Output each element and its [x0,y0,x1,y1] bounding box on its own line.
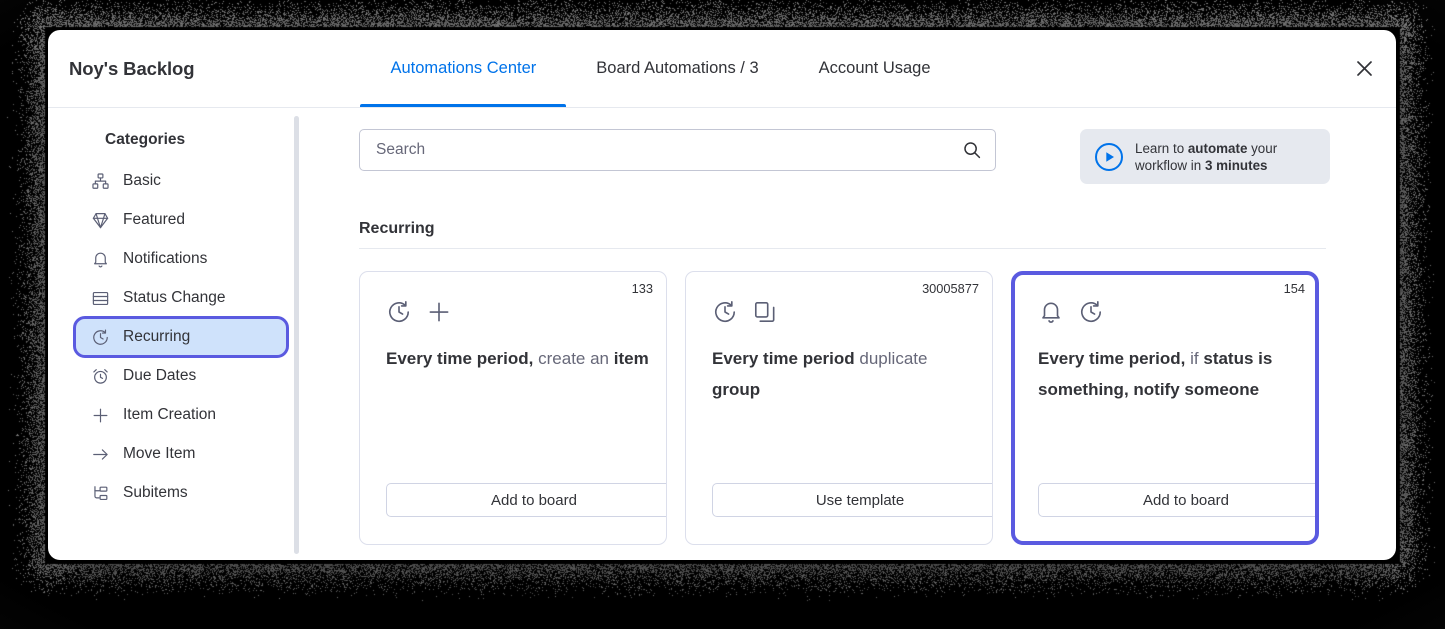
automation-card-action-label: Add to board [1143,492,1229,509]
sidebar-item-label: Basic [123,172,161,190]
tab-account-usage[interactable]: Account Usage [789,30,961,107]
alarm-clock-icon [91,367,110,386]
tab-label: Board Automations / 3 [596,59,758,78]
recurring-icon [1078,299,1104,325]
automations-center-modal: Noy's Backlog Automations Center Board Au… [48,30,1396,560]
automation-text-part: , [1124,380,1133,399]
promo-line2-bold: 3 minutes [1205,158,1268,173]
automation-text-part: duplicate [855,349,928,368]
sidebar-item-label: Recurring [123,328,190,346]
learn-to-automate-banner[interactable]: Learn to automate your workflow in 3 min… [1080,129,1330,184]
search-icon[interactable] [963,141,981,159]
sidebar-item-move-item[interactable]: Move Item [76,436,286,472]
sitemap-icon [91,172,110,191]
automation-text-part: Every time period [386,349,529,368]
tab-automations-center[interactable]: Automations Center [360,30,566,107]
promo-line1-bold: automate [1188,141,1248,156]
toolbar-row: Learn to automate your workflow in 3 min… [359,129,1396,184]
plus-icon [91,406,110,425]
duplicate-icon [752,299,778,325]
subitems-icon [91,484,110,503]
section-title: Recurring [359,220,1396,238]
tab-board-automations-3[interactable]: Board Automations / 3 [566,30,788,107]
promo-line2-pre: workflow in [1135,158,1205,173]
automation-card-id: 30005877 [922,281,979,296]
recurring-icon [386,299,412,325]
automation-card-text: Every time period, create an item [386,343,654,374]
automation-card-action-label: Add to board [491,492,577,509]
bell-icon [91,250,110,269]
automation-card-id: 154 [1284,281,1305,296]
search-box[interactable] [359,129,996,171]
automation-text-part: if [1190,349,1203,368]
automation-card-text: Every time period duplicate group [712,343,980,405]
sidebar-item-due-dates[interactable]: Due Dates [76,358,286,394]
recurring-icon [91,328,110,347]
play-circle-icon[interactable] [1094,142,1124,172]
sidebar-item-subitems[interactable]: Subitems [76,475,286,511]
main-panel: Learn to automate your workflow in 3 min… [300,108,1396,560]
automation-text-part: group [712,380,760,399]
modal-body: Categories Basic Featured Notifications Sta… [48,108,1396,560]
sidebar-list: Basic Featured Notifications Status Change R… [48,163,300,511]
promo-line1-pre: Learn to [1135,141,1188,156]
arrow-right-icon [91,445,110,464]
sidebar-item-label: Notifications [123,250,207,268]
diamond-icon [91,211,110,230]
automation-card-action-button[interactable]: Use template [712,483,993,517]
categories-sidebar: Categories Basic Featured Notifications Sta… [48,108,300,560]
search-input[interactable] [376,141,963,159]
sidebar-item-item-creation[interactable]: Item Creation [76,397,286,433]
automation-card-action-button[interactable]: Add to board [386,483,667,517]
automation-card[interactable]: 133 Every time period, create an item Add … [359,271,667,545]
close-icon[interactable] [1347,52,1381,86]
automation-card-text: Every time period, if status is somethin… [1038,343,1306,405]
bell-icon [1038,299,1064,325]
automation-card-icons [1038,296,1298,328]
tab-label: Account Usage [819,59,931,78]
sidebar-item-featured[interactable]: Featured [76,202,286,238]
sidebar-item-label: Featured [123,211,185,229]
automation-card-icons [712,296,972,328]
automation-text-part: Every time period [712,349,855,368]
plus-icon [426,299,452,325]
sidebar-item-basic[interactable]: Basic [76,163,286,199]
page-title: Noy's Backlog [48,30,194,107]
promo-text: Learn to automate your workflow in 3 min… [1135,140,1277,174]
sidebar-item-recurring[interactable]: Recurring [76,319,286,355]
automation-card-icons [386,296,646,328]
automation-text-part: create an [538,349,614,368]
recurring-icon [712,299,738,325]
automation-card-list: 133 Every time period, create an item Add … [359,271,1396,545]
section-divider [359,248,1326,249]
automation-text-part: notify someone [1133,380,1259,399]
sidebar-item-notifications[interactable]: Notifications [76,241,286,277]
sidebar-item-label: Subitems [123,484,188,502]
sidebar-heading: Categories [48,126,300,160]
modal-header: Noy's Backlog Automations Center Board Au… [48,30,1396,108]
automation-text-part: Every time period [1038,349,1181,368]
automation-text-part: item [614,349,649,368]
tab-label: Automations Center [390,59,536,78]
automation-card-id: 133 [632,281,653,296]
sidebar-item-label: Item Creation [123,406,216,424]
sidebar-item-label: Due Dates [123,367,196,385]
tab-bar: Automations Center Board Automations / 3 A… [360,30,960,107]
automation-text-part: , [529,349,538,368]
sidebar-item-status-change[interactable]: Status Change [76,280,286,316]
rows-icon [91,289,110,308]
sidebar-scrollbar[interactable] [294,116,299,554]
sidebar-item-label: Status Change [123,289,226,307]
automation-card-action-label: Use template [816,492,904,509]
automation-text-part: , [1181,349,1190,368]
automation-card-action-button[interactable]: Add to board [1038,483,1319,517]
promo-line1-post: your [1247,141,1277,156]
automation-card[interactable]: 30005877 Every time period duplicate grou… [685,271,993,545]
sidebar-item-label: Move Item [123,445,195,463]
automation-card[interactable]: 154 Every time period, if status is somet… [1011,271,1319,545]
